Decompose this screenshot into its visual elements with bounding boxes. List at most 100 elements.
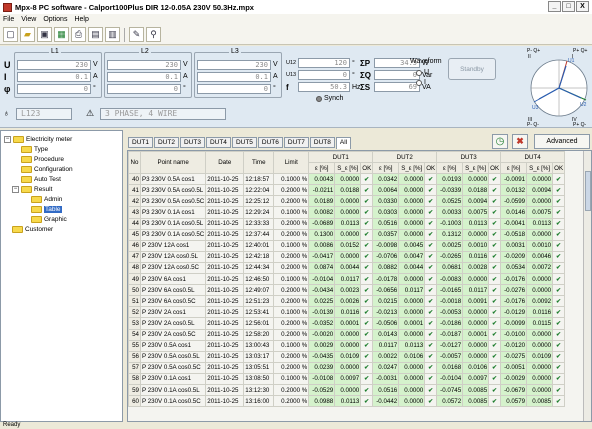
table-row[interactable]: 45 P3 230V 0.1A cos0.5C 2011-10-25 12:37:44… (128, 228, 566, 241)
col-point-name[interactable]: Point name (139, 151, 207, 175)
col-std-dev[interactable]: S_ε [%] (398, 162, 426, 175)
tree-item-auto-test[interactable]: Auto Test (21, 174, 61, 184)
col-std-dev[interactable]: S_ε [%] (526, 162, 554, 175)
error-cell: -0.1003 (436, 217, 464, 230)
table-row[interactable]: 51 P 230V 6A cos0.5C 2011-10-25 12:51:23 0.2… (128, 295, 566, 308)
col-date[interactable]: Date (205, 151, 245, 175)
col-std-dev[interactable]: S_ε [%] (334, 162, 362, 175)
scroll-thumb[interactable] (585, 171, 591, 211)
date-cell: 2011-10-25 (205, 261, 245, 275)
table-row[interactable]: 54 P 230V 2A cos0.5C 2011-10-25 12:58:20 0.2… (128, 328, 566, 341)
table-row[interactable]: 40 P3 230V 0.5A cos1 2011-10-25 12:18:57 0.1… (128, 173, 566, 186)
table-row[interactable]: 41 P3 230V 0.5A cos0.5L 2011-10-25 12:22:04… (128, 184, 566, 197)
table-row[interactable]: 48 P 230V 12A cos0.5C 2011-10-25 12:44:34 0.… (128, 261, 566, 275)
table-row[interactable]: 53 P 230V 2A cos0.5L 2011-10-25 12:56:01 0.2… (128, 317, 566, 330)
preview-icon[interactable]: ▤ (88, 27, 103, 42)
col-ok[interactable]: OK (552, 162, 566, 175)
print-icon[interactable]: ⎙ (71, 27, 86, 42)
table-row[interactable]: 49 P 230V 6A cos1 2011-10-25 12:46:50 0.1000… (128, 273, 566, 286)
export-icon[interactable]: ▦ (54, 27, 69, 42)
open-icon[interactable]: ▰ (20, 27, 35, 42)
table-row[interactable]: 52 P 230V 2A cos1 2011-10-25 12:53:41 0.1000… (128, 306, 566, 319)
col-time[interactable]: Time (243, 151, 275, 175)
tree-item-type[interactable]: Type (21, 144, 48, 154)
tree-item-admin[interactable]: Admin (31, 194, 62, 204)
close-button[interactable]: X (576, 1, 589, 12)
tab-all[interactable]: All (335, 137, 352, 149)
save-icon[interactable]: ▣ (37, 27, 52, 42)
table-row[interactable]: 43 P3 230V 0.1A cos1 2011-10-25 12:29:24 0.1… (128, 206, 566, 219)
tab-dut3[interactable]: DUT3 (179, 137, 205, 148)
delete-button[interactable]: ✖ (512, 134, 528, 149)
error-cell: -0.0276 (500, 284, 528, 297)
tools-icon[interactable]: ✎ (129, 27, 144, 42)
table-row[interactable]: 60 P 230V 0.1A cos0.5C 2011-10-25 13:16:00 0… (128, 395, 566, 408)
col-ok[interactable]: OK (488, 162, 502, 175)
error-cell: -0.0099 (500, 317, 528, 330)
ok-check-icon: ✔ (424, 250, 438, 263)
standby-button[interactable]: Standby (448, 58, 496, 80)
tree-item-table[interactable]: Table (31, 204, 62, 214)
table-row[interactable]: 46 P 230V 12A cos1 2011-10-25 12:40:01 0.100… (128, 239, 566, 252)
menu-options[interactable]: Options (43, 14, 67, 25)
tab-dut5[interactable]: DUT5 (231, 137, 257, 148)
col-dut1[interactable]: DUT1 (308, 151, 374, 164)
collapse-icon[interactable]: − (12, 185, 19, 193)
table-row[interactable]: 42 P3 230V 0.5A cos0.5C 2011-10-25 12:25:12… (128, 195, 566, 208)
col-no[interactable]: No (128, 151, 141, 175)
tree-item-graphic[interactable]: Graphic (31, 214, 67, 224)
report-icon[interactable]: ▥ (105, 27, 120, 42)
tree-item-electricity-meter[interactable]: − Electricity meter (4, 134, 72, 144)
refresh-button[interactable]: ◷ (492, 134, 508, 149)
std-dev-cell: 0.0000 (462, 273, 490, 286)
std-dev-cell: 0.0000 (398, 206, 426, 219)
collapse-icon[interactable]: − (4, 135, 11, 143)
synch-radio-icon[interactable] (316, 95, 322, 102)
col-error[interactable]: ε [%] (436, 162, 464, 175)
menu-view[interactable]: View (21, 14, 36, 25)
date-cell: 2011-10-25 (205, 350, 245, 363)
table-row[interactable]: 59 P 230V 0.1A cos0.5L 2011-10-25 13:12:30 0… (128, 383, 566, 397)
col-dut4[interactable]: DUT4 (500, 151, 566, 164)
col-error[interactable]: ε [%] (308, 162, 336, 175)
col-ok[interactable]: OK (360, 162, 374, 175)
tree-item-customer[interactable]: Customer (12, 224, 53, 234)
navigation-tree: − Electricity meter Type Procedure Config… (0, 130, 123, 422)
maximize-button[interactable]: □ (562, 1, 575, 12)
waveform-u-radio[interactable] (416, 69, 422, 76)
settings-icon[interactable]: ⚲ (146, 27, 161, 42)
tree-item-procedure[interactable]: Procedure (21, 154, 64, 164)
table-row[interactable]: 47 P 230V 12A cos0.5L 2011-10-25 12:42:18 0.… (128, 250, 566, 263)
col-dut2[interactable]: DUT2 (372, 151, 438, 164)
col-error[interactable]: ε [%] (372, 162, 400, 175)
table-row[interactable]: 55 P 230V 0.5A cos1 2011-10-25 13:00:43 0.10… (128, 339, 566, 352)
vertical-scrollbar[interactable] (583, 151, 591, 421)
table-row[interactable]: 44 P3 230V 0.1A cos0.5L 2011-10-25 12:33:33… (128, 217, 566, 230)
waveform-i-radio[interactable] (416, 79, 422, 86)
minimize-button[interactable]: _ (548, 1, 561, 12)
table-row[interactable]: 57 P 230V 0.5A cos0.5C 2011-10-25 13:05:51 0… (128, 361, 566, 374)
tab-dut6[interactable]: DUT6 (257, 137, 283, 148)
folder-icon (21, 155, 32, 163)
menu-file[interactable]: File (3, 14, 14, 25)
tab-dut7[interactable]: DUT7 (283, 137, 309, 148)
new-icon[interactable]: ▢ (3, 27, 18, 42)
tree-item-configuration[interactable]: Configuration (21, 164, 73, 174)
tree-item-result[interactable]: − Result (12, 184, 52, 194)
advanced-button[interactable]: Advanced (534, 134, 590, 149)
std-dev-cell: 0.0188 (334, 184, 362, 197)
table-row[interactable]: 56 P 230V 0.5A cos0.5L 2011-10-25 13:03:17 0… (128, 350, 566, 363)
col-ok[interactable]: OK (424, 162, 438, 175)
col-limit[interactable]: Limit (273, 151, 310, 175)
col-std-dev[interactable]: S_ε [%] (462, 162, 490, 175)
tab-dut8[interactable]: DUT8 (309, 137, 335, 148)
col-dut3[interactable]: DUT3 (436, 151, 502, 164)
tab-dut4[interactable]: DUT4 (205, 137, 231, 148)
tab-dut1[interactable]: DUT1 (128, 137, 153, 148)
table-row[interactable]: 50 P 230V 6A cos0.5L 2011-10-25 12:49:07 0.2… (128, 284, 566, 297)
col-error[interactable]: ε [%] (500, 162, 528, 175)
tab-dut2[interactable]: DUT2 (153, 137, 179, 148)
menu-help[interactable]: Help (74, 14, 88, 25)
table-row[interactable]: 58 P 230V 0.1A cos1 2011-10-25 13:08:50 0.10… (128, 372, 566, 385)
point-name-cell: P 230V 12A cos1 (139, 239, 207, 252)
